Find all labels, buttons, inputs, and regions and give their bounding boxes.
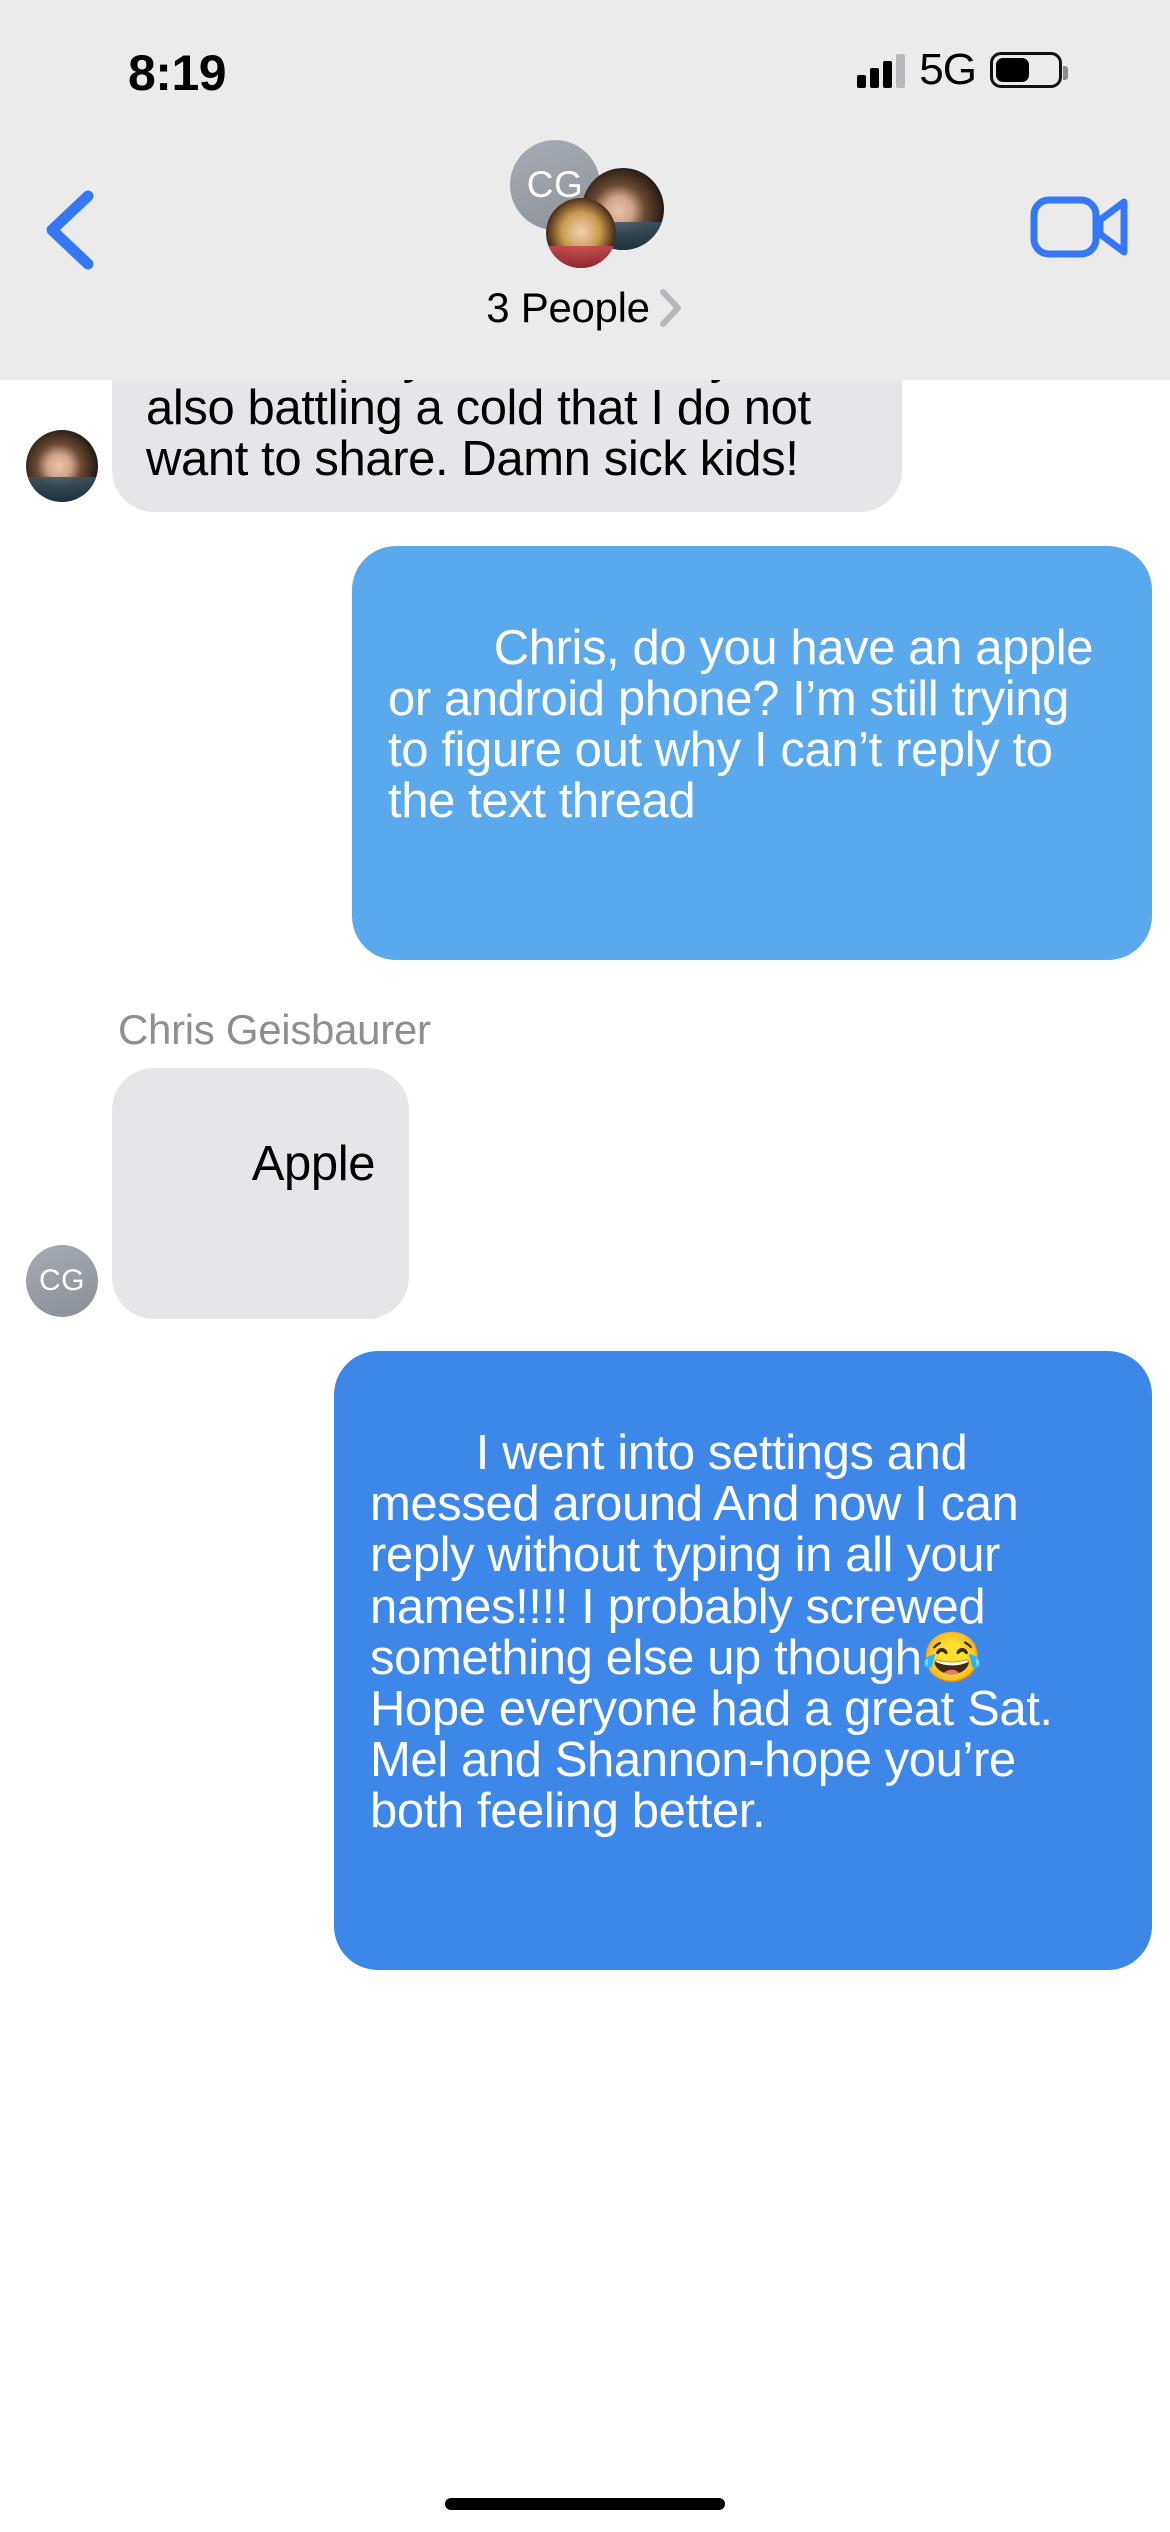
message-bubble[interactable]: baseball players. I am sorry. I am also …: [112, 380, 902, 512]
message-thread[interactable]: baseball players. I am sorry. I am also …: [0, 380, 1170, 2532]
network-type-label: 5G: [919, 45, 977, 94]
cellular-bars-icon: [857, 52, 906, 88]
chevron-right-icon: [659, 289, 681, 327]
group-title-row[interactable]: 3 People: [486, 284, 683, 332]
status-indicators: 5G: [857, 45, 1068, 94]
group-header-center[interactable]: CG 3 People: [0, 140, 1170, 332]
battery-icon: [990, 52, 1068, 88]
avatar-initials: CG: [39, 1263, 85, 1297]
message-bubble[interactable]: Apple: [112, 1068, 410, 1319]
bubble-tail-right: [1122, 1922, 1168, 1970]
avatar[interactable]: CG: [26, 1244, 98, 1317]
imessage-conversation-screen: CG 3 People 8:19 5G also battling a cold…: [0, 0, 1170, 2532]
avatar-photo-curly-hair: [546, 198, 616, 268]
bubble-tail-left: [96, 1271, 142, 1319]
video-camera-icon: [1030, 196, 1128, 258]
message-bubble[interactable]: I went into settings and messed around A…: [334, 1350, 1152, 1971]
message-text: Chris, do you have an apple or android p…: [388, 620, 1107, 829]
facetime-button[interactable]: [1030, 182, 1130, 272]
message-row-outgoing: I went into settings and messed around A…: [0, 1350, 1170, 1971]
bubble-tail-right: [1122, 912, 1168, 960]
avatar[interactable]: [26, 429, 98, 502]
home-indicator[interactable]: [445, 2498, 725, 2510]
message-text: I went into settings and messed around A…: [370, 1426, 1053, 1839]
page-title: 3 People: [486, 284, 650, 331]
status-time: 8:19: [128, 45, 227, 101]
message-bubble[interactable]: Chris, do you have an apple or android p…: [352, 545, 1152, 961]
message-text: Apple: [251, 1137, 376, 1192]
message-row-incoming: baseball players. I am sorry. I am also …: [0, 380, 1170, 512]
group-avatar-stack: CG: [460, 140, 710, 270]
message-row-outgoing: Chris, do you have an apple or android p…: [0, 545, 1170, 961]
message-row-incoming: CG Apple: [0, 1068, 1170, 1319]
sender-name: Chris Geisbaurer: [118, 1006, 431, 1054]
status-bar: 8:19 5G: [0, 0, 1170, 138]
